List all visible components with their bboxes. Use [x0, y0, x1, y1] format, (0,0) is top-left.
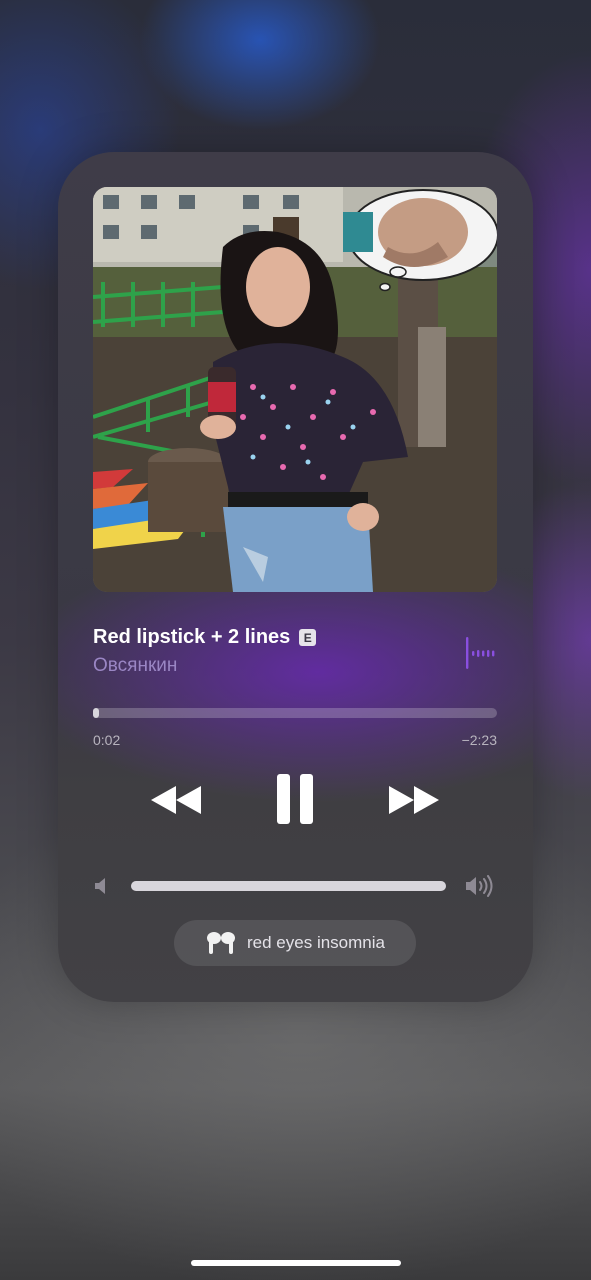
speaker-low-icon — [95, 878, 105, 894]
pause-icon[interactable] — [276, 774, 314, 824]
track-title: Red lipstick + 2 lines — [93, 626, 291, 648]
output-device-name: red eyes insomnia — [247, 933, 385, 952]
progress-scrubber[interactable] — [93, 708, 497, 718]
speaker-high-icon — [466, 875, 493, 897]
elapsed-time: 0:02 — [93, 732, 121, 748]
track-title-row[interactable]: Red lipstick + 2 lines E — [93, 626, 317, 649]
artist-name[interactable]: Овсянкин — [93, 655, 177, 677]
progress-fill — [93, 708, 99, 718]
volume-control — [94, 874, 496, 898]
album-artwork[interactable] — [93, 187, 497, 592]
output-device-button[interactable]: red eyes insomnia — [174, 920, 416, 966]
now-playing-card: Red lipstick + 2 lines E Овсянкин 0:02 −… — [58, 152, 533, 1002]
explicit-badge: E — [299, 629, 317, 646]
volume-slider[interactable] — [131, 881, 446, 891]
album-artwork-image — [93, 187, 497, 592]
backward-icon[interactable] — [149, 784, 203, 816]
forward-icon[interactable] — [387, 784, 441, 816]
home-indicator[interactable] — [191, 1260, 401, 1266]
remaining-time: −2:23 — [461, 732, 497, 748]
playback-controls — [58, 770, 533, 830]
waveform-icon[interactable] — [464, 636, 498, 670]
airpods-icon — [207, 932, 236, 954]
volume-fill — [131, 881, 446, 891]
